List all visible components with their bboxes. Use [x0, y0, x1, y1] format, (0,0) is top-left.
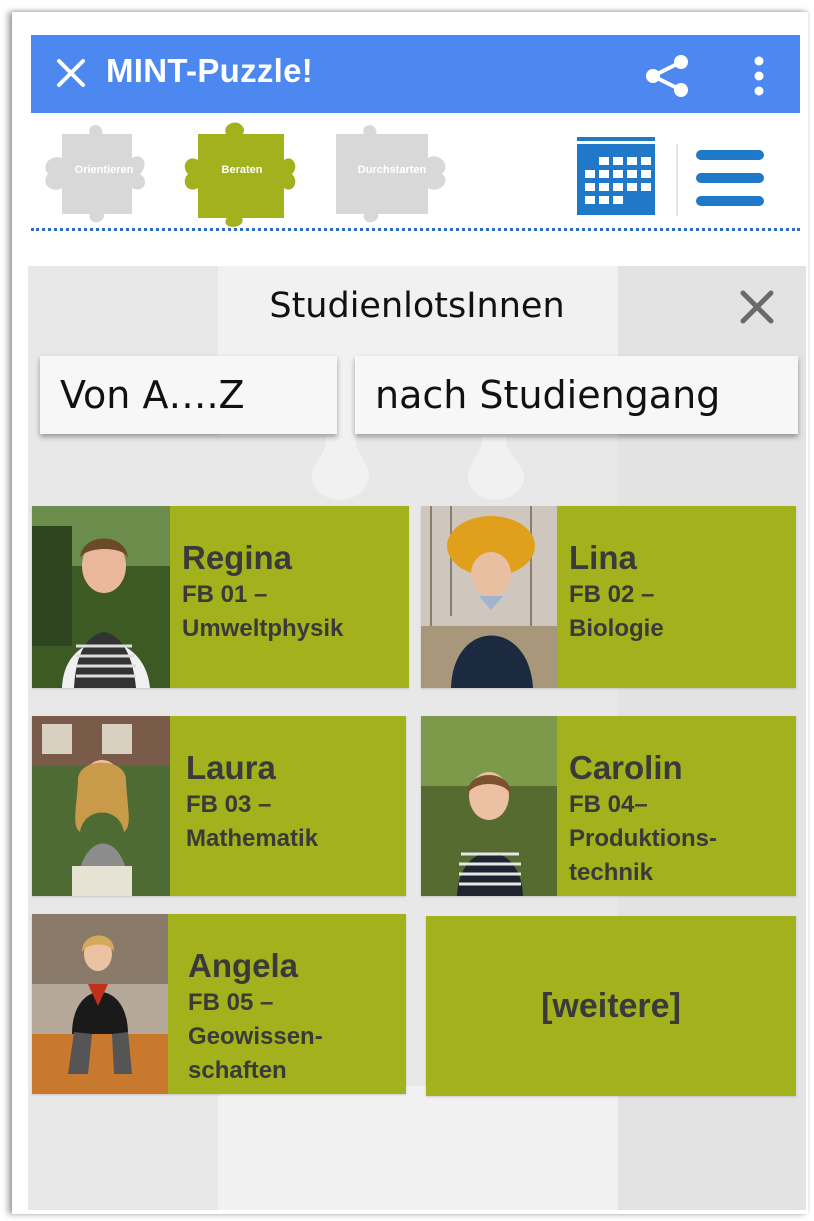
person-dept: FB 01 – — [182, 581, 268, 608]
more-label: [weitere] — [541, 986, 681, 1025]
share-icon[interactable] — [643, 53, 691, 99]
nav-step-durchstarten[interactable]: Durchstarten — [328, 120, 456, 228]
person-dept: Umweltphysik — [182, 615, 344, 642]
person-name: Lina — [569, 539, 637, 576]
person-dept: Mathematik — [186, 825, 319, 852]
nav-step-orientieren[interactable]: Orientieren — [40, 120, 168, 228]
panel-title: StudienlotsInnen — [269, 286, 565, 326]
person-name: Carolin — [569, 749, 683, 786]
person-card-carolin[interactable]: Carolin FB 04– Produktions- technik — [421, 716, 796, 896]
person-name: Laura — [186, 749, 276, 786]
app-title: MINT-Puzzle! — [106, 52, 314, 89]
nav-step-label: Orientieren — [74, 164, 134, 176]
person-card-laura[interactable]: Laura FB 03 – Mathematik — [32, 716, 406, 896]
person-card-lina[interactable]: Lina FB 02 – Biologie — [421, 506, 796, 688]
avatar — [421, 506, 557, 688]
sort-az-button[interactable]: Von A….Z — [40, 356, 337, 434]
close-icon[interactable] — [53, 55, 89, 91]
avatar — [32, 506, 170, 688]
person-dept: Produktions- — [569, 825, 717, 852]
nav-step-label: Beraten — [221, 164, 263, 176]
sort-by-course-button[interactable]: nach Studiengang — [355, 356, 798, 434]
person-dept: Biologie — [569, 615, 664, 642]
person-card-regina[interactable]: Regina FB 01 – Umweltphysik — [32, 506, 409, 688]
more-vert-icon[interactable] — [746, 55, 772, 97]
person-card-angela[interactable]: Angela FB 05 – Geowissen- schaften — [32, 914, 406, 1094]
nav-step-beraten[interactable]: Beraten — [178, 120, 306, 228]
person-dept: FB 03 – — [186, 791, 272, 818]
person-name: Regina — [182, 539, 293, 576]
person-name: Angela — [188, 947, 299, 984]
avatar — [421, 716, 557, 896]
app-bar: MINT-Puzzle! — [31, 35, 800, 113]
hamburger-menu-icon[interactable] — [696, 150, 764, 206]
studienlotsinnen-panel: StudienlotsInnen Von A….Z nach Studienga… — [28, 266, 806, 1210]
person-dept: FB 05 – — [188, 989, 274, 1016]
avatar — [32, 914, 168, 1094]
close-icon[interactable] — [738, 288, 776, 326]
person-dept: FB 04– — [569, 791, 648, 818]
more-students-button[interactable]: [weitere] — [426, 916, 796, 1096]
person-dept: Geowissen- — [188, 1023, 323, 1050]
person-dept: schaften — [188, 1057, 287, 1084]
avatar — [32, 716, 170, 896]
nav-step-label: Durchstarten — [357, 164, 427, 176]
person-dept: technik — [569, 859, 654, 886]
calendar-icon[interactable] — [577, 137, 655, 215]
nav-divider — [31, 228, 800, 231]
person-dept: FB 02 – — [569, 581, 655, 608]
toolbar-divider — [676, 144, 678, 216]
